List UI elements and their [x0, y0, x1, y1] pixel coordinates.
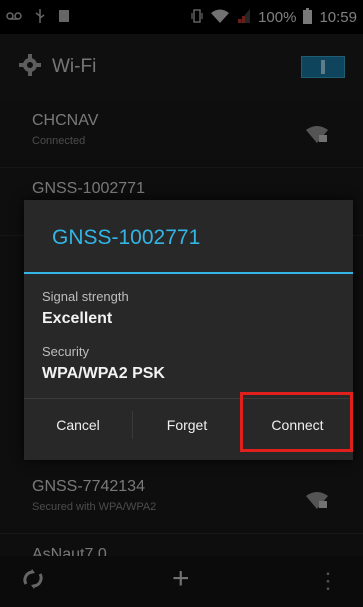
signal-strength-label: Signal strength — [42, 289, 129, 304]
security-label: Security — [42, 344, 89, 359]
dialog-title-divider — [24, 272, 353, 274]
signal-strength-value: Excellent — [42, 310, 113, 327]
cancel-button[interactable]: Cancel — [24, 399, 132, 451]
security-value: WPA/WPA2 PSK — [42, 365, 165, 382]
forget-button[interactable]: Forget — [133, 399, 241, 451]
connect-highlight-box — [240, 392, 353, 452]
dialog-title: GNSS-1002771 — [52, 226, 201, 249]
